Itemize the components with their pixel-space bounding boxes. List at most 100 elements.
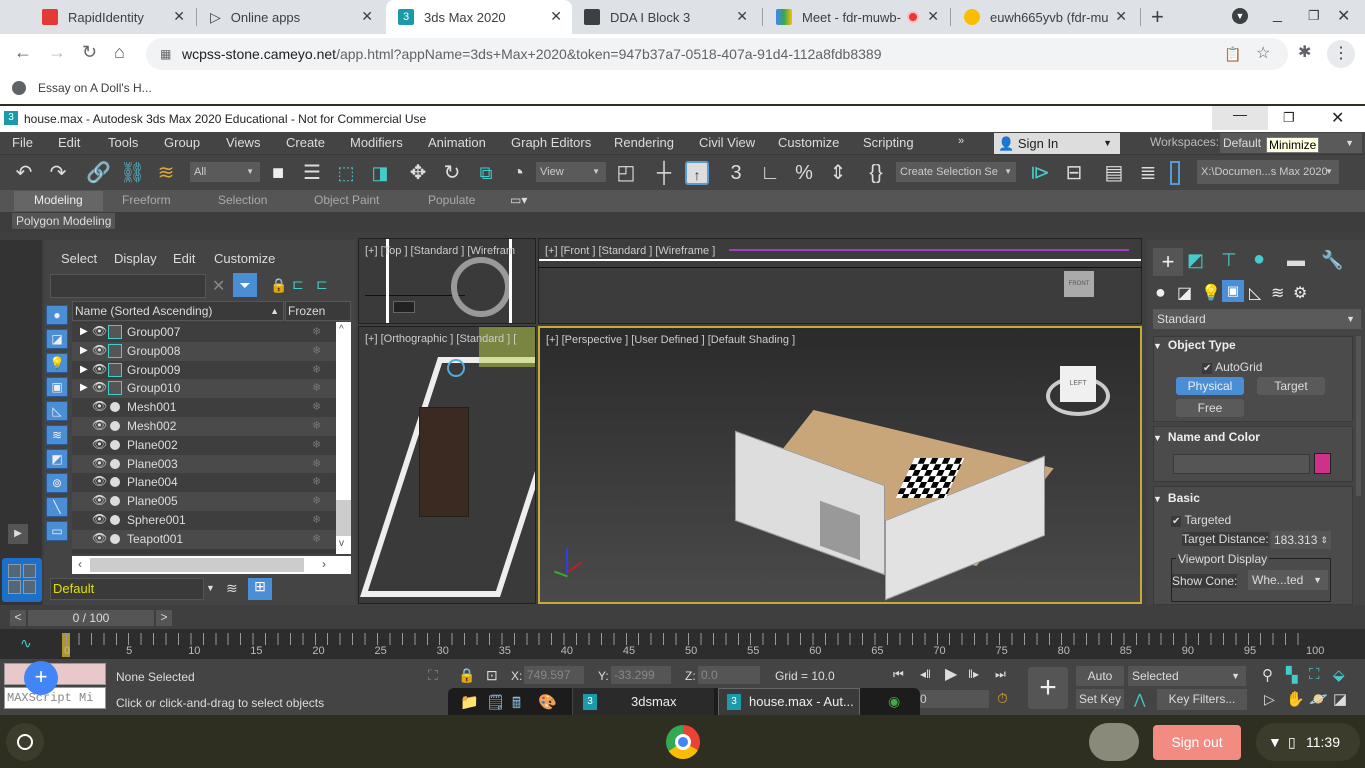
containers-filter-icon[interactable]: ▭ bbox=[46, 521, 68, 541]
show-cone-dropdown[interactable]: Whe...ted ▼ bbox=[1248, 570, 1328, 590]
visibility-eye-icon[interactable]: 👁 bbox=[92, 399, 107, 413]
clipboard-icon[interactable]: 📋 bbox=[1224, 38, 1241, 70]
scene-row[interactable]: ▶ 👁 Group008 ❄ bbox=[72, 341, 336, 361]
hierarchy-view-icon[interactable]: ⊞ bbox=[248, 578, 272, 600]
scene-row[interactable]: ▶ 👁 Group010 ❄ bbox=[72, 379, 336, 399]
key-filters-button[interactable]: Key Filters... bbox=[1157, 689, 1247, 710]
expand-panel-icon[interactable]: ▶ bbox=[8, 524, 28, 544]
column-header-frozen[interactable]: Frozen bbox=[285, 301, 351, 321]
snaps-toggle-icon[interactable]: 3 bbox=[724, 161, 748, 185]
bookmark-star-icon[interactable]: ☆ bbox=[1256, 38, 1270, 70]
geometry-icon[interactable]: ● bbox=[1155, 282, 1166, 303]
horizontal-scrollbar[interactable]: ‹ › bbox=[72, 556, 351, 574]
freeze-icon[interactable]: ❄ bbox=[312, 438, 321, 451]
ribbon-tab-modeling[interactable]: Modeling bbox=[14, 191, 103, 211]
file-explorer-icon[interactable]: 📁 bbox=[460, 693, 479, 711]
lights-filter-icon[interactable]: 💡 bbox=[46, 353, 68, 373]
scene-row[interactable]: 👁 Teapot001 ❄ bbox=[72, 529, 336, 549]
selection-lock-icon[interactable]: 🔒 bbox=[458, 667, 475, 684]
close-tab-icon[interactable]: ✕ bbox=[361, 8, 373, 25]
freeze-icon[interactable]: ❄ bbox=[312, 532, 321, 545]
chrome-menu-button[interactable]: ⋮ bbox=[1327, 40, 1355, 68]
viewport-orthographic[interactable]: [+] [Orthographic ] [Standard ] [ bbox=[358, 326, 536, 604]
reference-coordinate-dropdown[interactable]: View ▼ bbox=[536, 162, 606, 182]
keyboard-shortcut-override-icon[interactable]: ↑ bbox=[685, 161, 709, 185]
viewport-ortho-label[interactable]: [+] [Orthographic ] [Standard ] [ bbox=[365, 333, 516, 345]
notepad-icon[interactable]: 🗒 bbox=[486, 693, 505, 711]
hierarchy-children-icon[interactable]: ⊏ bbox=[316, 276, 328, 293]
scene-menu-edit[interactable]: Edit bbox=[173, 251, 195, 266]
free-camera-button[interactable]: Free bbox=[1176, 399, 1244, 417]
pan-hand-icon[interactable]: ✋ bbox=[1286, 690, 1305, 708]
chrome-app-icon[interactable] bbox=[666, 725, 700, 759]
name-color-header[interactable]: ▼ Name and Color bbox=[1153, 430, 1351, 444]
menu-tools[interactable]: Tools bbox=[108, 135, 138, 150]
scene-row[interactable]: ▶ 👁 Group007 ❄ bbox=[72, 323, 336, 342]
tab-jamboard[interactable]: euwh665yvb (fdr-mu ✕ bbox=[952, 0, 1137, 34]
menu-rendering[interactable]: Rendering bbox=[614, 135, 674, 150]
select-object-icon[interactable]: ■ bbox=[266, 161, 290, 185]
scene-row[interactable]: 👁 Mesh002 ❄ bbox=[72, 417, 336, 436]
basic-header[interactable]: ▼ Basic bbox=[1153, 491, 1351, 505]
select-by-name-icon[interactable]: ☰ bbox=[300, 161, 324, 185]
lights-icon[interactable]: 💡 bbox=[1201, 283, 1221, 303]
prev-frame-button[interactable]: < bbox=[10, 610, 26, 626]
back-button[interactable]: ← bbox=[14, 42, 32, 63]
freeze-icon[interactable]: ❄ bbox=[312, 457, 321, 470]
viewport-top-label[interactable]: [+] [Top ] [Standard ] [Wirefram bbox=[365, 245, 515, 257]
cameras-filter-icon[interactable]: ▣ bbox=[46, 377, 68, 397]
tab-dda[interactable]: DDA I Block 3 ✕ bbox=[572, 0, 758, 34]
groups-filter-icon[interactable]: ◩ bbox=[46, 449, 68, 469]
restore-window-button[interactable]: ❐ bbox=[1308, 8, 1320, 24]
move-icon[interactable]: ✥ bbox=[406, 161, 430, 185]
y-coordinate-field[interactable]: -33.299 bbox=[611, 666, 671, 684]
close-tab-icon[interactable]: ✕ bbox=[173, 8, 185, 25]
hierarchy-tab-icon[interactable]: ⊤ bbox=[1221, 250, 1237, 271]
motion-tab-icon[interactable]: ● bbox=[1253, 248, 1265, 271]
paint-icon[interactable]: 🎨 bbox=[538, 693, 557, 711]
scene-row[interactable]: 👁 Plane003 ❄ bbox=[72, 454, 336, 474]
project-folder-dropdown[interactable]: X:\Documen...s Max 2020 ▼ bbox=[1197, 160, 1339, 184]
freeze-icon[interactable]: ❄ bbox=[312, 381, 321, 394]
menu-group[interactable]: Group bbox=[164, 135, 200, 150]
visibility-eye-icon[interactable]: 👁 bbox=[92, 324, 107, 338]
redo-icon[interactable]: ↷ bbox=[46, 161, 70, 185]
ribbon-toggle-icon[interactable] bbox=[1170, 161, 1180, 185]
reload-button[interactable]: ↻ bbox=[82, 42, 97, 63]
link-icon[interactable]: 🔗 bbox=[86, 161, 111, 185]
new-tab-button[interactable]: + bbox=[1151, 4, 1164, 30]
scene-search-input[interactable] bbox=[50, 274, 206, 298]
spacewarps-icon[interactable]: ≋ bbox=[1271, 283, 1284, 303]
close-tab-icon[interactable]: ✕ bbox=[550, 8, 562, 25]
h-scrollbar-thumb[interactable] bbox=[90, 558, 304, 572]
scene-row[interactable]: 👁 Mesh001 ❄ bbox=[72, 398, 336, 418]
visibility-eye-icon[interactable]: 👁 bbox=[92, 437, 107, 451]
home-button[interactable]: ⌂ bbox=[114, 42, 125, 63]
extensions-icon[interactable]: ✱ bbox=[1298, 42, 1311, 62]
next-frame-button[interactable]: > bbox=[156, 610, 172, 626]
object-type-header[interactable]: ▼ Object Type bbox=[1153, 338, 1351, 352]
viewcube-front[interactable]: FRONT bbox=[1064, 271, 1094, 297]
isolate-selection-icon[interactable]: ⛶ bbox=[428, 667, 438, 684]
key-mode-dropdown[interactable]: Selected ▼ bbox=[1128, 666, 1246, 686]
menu-graph-editors[interactable]: Graph Editors bbox=[511, 135, 591, 150]
manipulate-icon[interactable]: ┼ bbox=[652, 161, 676, 185]
play-button[interactable]: ▶ bbox=[945, 664, 957, 684]
scene-row[interactable]: 👁 Sphere001 ❄ bbox=[72, 511, 336, 530]
visibility-eye-icon[interactable]: 👁 bbox=[92, 343, 107, 357]
expand-arrow-icon[interactable]: ▶ bbox=[80, 364, 88, 375]
scene-explorer-toggle-icon[interactable]: ▤ bbox=[1102, 161, 1126, 185]
modify-tab-icon[interactable]: ◩ bbox=[1187, 250, 1204, 271]
layer-dropdown[interactable]: Default bbox=[50, 578, 204, 600]
shapes-filter-icon[interactable]: ◪ bbox=[46, 329, 68, 349]
bind-spacewarp-icon[interactable]: ≋ bbox=[154, 161, 178, 185]
ribbon-tab-populate[interactable]: Populate bbox=[428, 193, 475, 207]
orbit-icon[interactable]: 🪐 bbox=[1309, 690, 1328, 708]
layer-dropdown-arrow-icon[interactable]: ▼ bbox=[206, 583, 215, 593]
sign-in-dropdown[interactable]: 👤 Sign In ▼ bbox=[994, 133, 1120, 154]
placement-icon[interactable]: ◔ bbox=[506, 161, 530, 185]
object-name-input[interactable] bbox=[1173, 454, 1310, 474]
spacewarps-filter-icon[interactable]: ≋ bbox=[46, 425, 68, 445]
time-configuration-icon[interactable]: ⏱ bbox=[997, 690, 1008, 707]
close-window-button[interactable]: ✕ bbox=[1337, 6, 1350, 26]
